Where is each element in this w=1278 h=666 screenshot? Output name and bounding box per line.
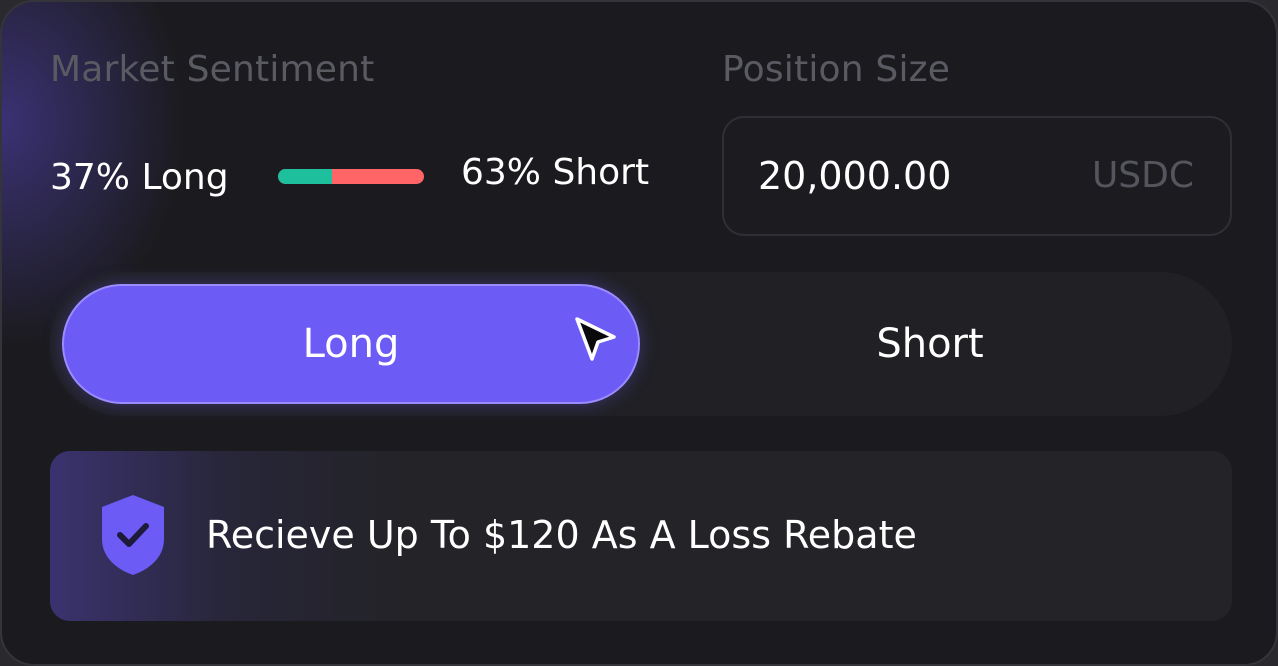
sentiment-long-row: 37% Long	[50, 152, 229, 202]
sentiment-bar	[278, 169, 424, 184]
sentiment-bar-long-fill	[278, 169, 333, 184]
long-percentage: 37% Long	[50, 156, 229, 198]
long-button-label: Long	[302, 321, 400, 367]
trade-card: Market Sentiment Position Size 37% Long …	[0, 0, 1278, 666]
direction-toggle: Long Short	[50, 272, 1232, 416]
position-size-value[interactable]: 20,000.00	[758, 154, 951, 198]
long-button[interactable]: Long	[62, 284, 640, 404]
position-size-input[interactable]: 20,000.00 USDC	[722, 116, 1232, 236]
position-size-unit: USDC	[1091, 155, 1194, 196]
loss-rebate-text: Recieve Up To $120 As A Loss Rebate	[206, 513, 917, 557]
short-button[interactable]: Short	[640, 284, 1220, 404]
market-sentiment-label: Market Sentiment	[50, 49, 375, 90]
loss-rebate-banner: Recieve Up To $120 As A Loss Rebate	[50, 451, 1232, 621]
short-button-label: Short	[876, 321, 984, 367]
position-size-label: Position Size	[722, 49, 951, 90]
shield-check-icon	[102, 495, 164, 575]
short-percentage: 63% Short	[461, 152, 650, 193]
mouse-pointer-icon	[575, 317, 616, 361]
